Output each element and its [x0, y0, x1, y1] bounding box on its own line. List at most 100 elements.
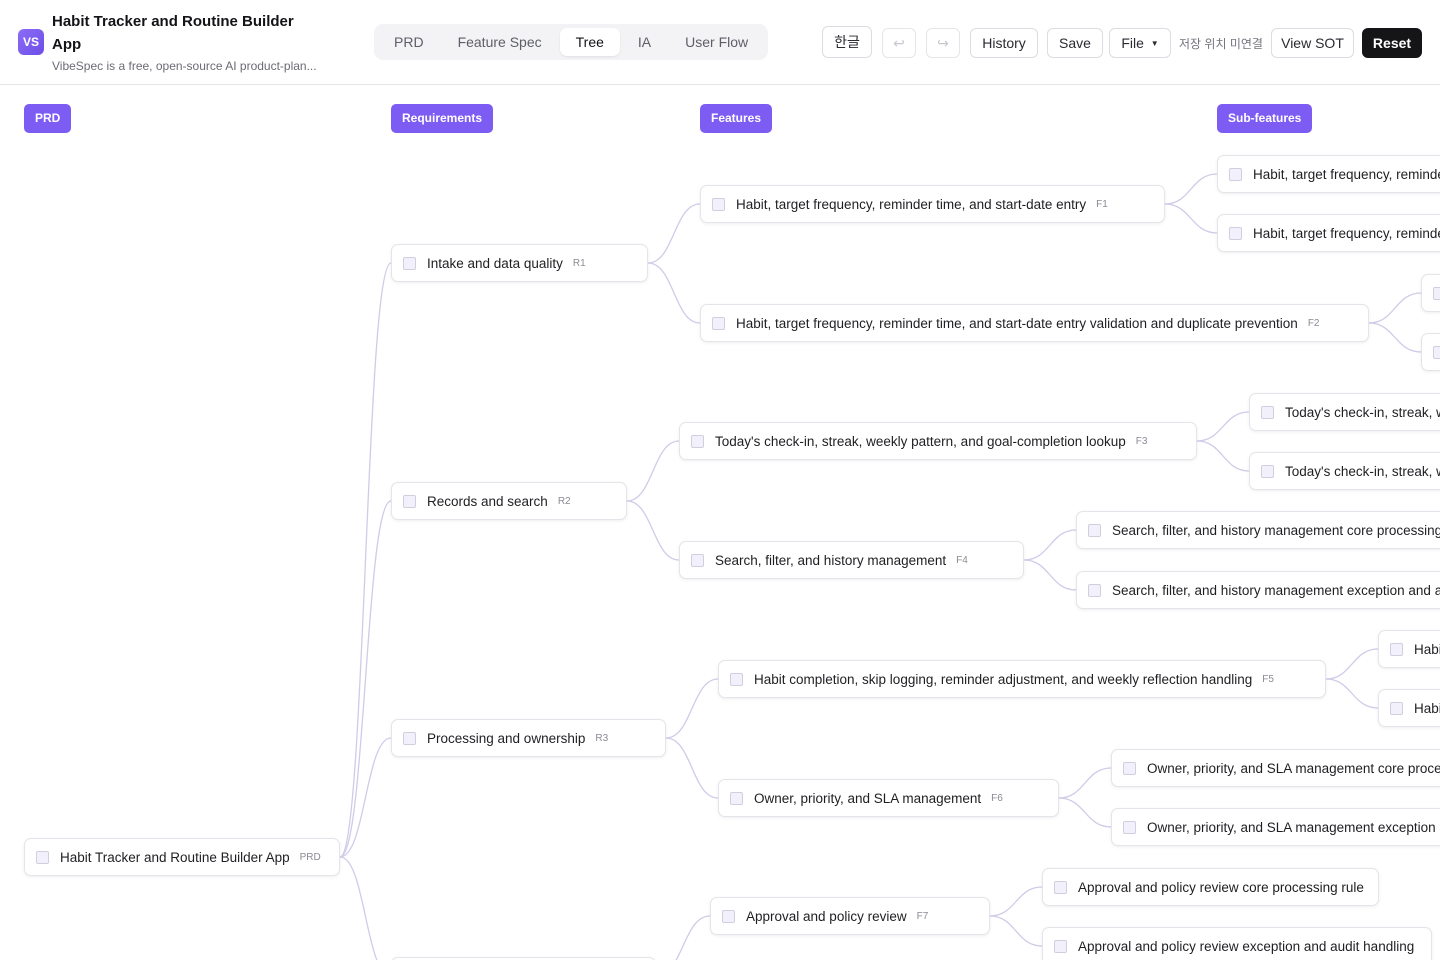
tree-connector: [339, 737, 392, 858]
node-label: Search, filter, and history management c…: [1112, 522, 1440, 538]
tree-connector: [1196, 411, 1250, 442]
tree-connector: [339, 262, 392, 858]
node-checkbox[interactable]: [1054, 880, 1067, 894]
tree-connector: [675, 915, 711, 960]
tab-feature-spec[interactable]: Feature Spec: [442, 28, 558, 56]
node-label: Habit, target frequency, reminder time, …: [736, 315, 1298, 331]
node-checkbox[interactable]: [1261, 405, 1274, 419]
node-checkbox[interactable]: [403, 731, 416, 745]
node-label: Intake and data quality: [427, 255, 563, 271]
history-button[interactable]: History: [970, 28, 1038, 58]
node-label: Habit Tracker and Routine Builder App: [60, 849, 290, 865]
node-checkbox[interactable]: [403, 256, 416, 270]
node-checkbox[interactable]: [1123, 761, 1136, 775]
tree-node-subfeature[interactable]: Today's check-in, streak, weekly pattern…: [1249, 393, 1440, 431]
tree-node-subfeature[interactable]: Approval and policy review exception and…: [1042, 927, 1432, 960]
node-checkbox[interactable]: [1088, 583, 1101, 597]
tree-connector: [1325, 648, 1379, 680]
tree-node-requirement[interactable]: Records and search R2: [391, 482, 627, 520]
node-label: Today's check-in, streak, weekly pattern…: [1285, 463, 1440, 479]
tree-node-subfeature[interactable]: Owner, priority, and SLA management exce…: [1111, 808, 1440, 846]
node-checkbox[interactable]: [1088, 523, 1101, 537]
node-checkbox[interactable]: [722, 909, 735, 923]
tree-node-subfeature[interactable]: [1421, 333, 1440, 371]
tree-connector: [1164, 203, 1218, 234]
language-toggle-button[interactable]: 한글: [822, 26, 872, 58]
tree-node-feature[interactable]: Today's check-in, streak, weekly pattern…: [679, 422, 1197, 460]
tab-tree[interactable]: Tree: [559, 28, 620, 56]
node-checkbox[interactable]: [1054, 939, 1067, 953]
node-checkbox[interactable]: [712, 316, 725, 330]
tab-user-flow[interactable]: User Flow: [669, 28, 764, 56]
tree-node-feature[interactable]: Habit, target frequency, reminder time, …: [700, 185, 1165, 223]
node-label: Records and search: [427, 493, 548, 509]
chevron-down-icon: ▼: [1150, 39, 1159, 48]
node-checkbox[interactable]: [1229, 167, 1242, 181]
node-checkbox[interactable]: [36, 850, 49, 864]
node-label: Habit completion, skip logging, reminder…: [1414, 700, 1440, 716]
node-checkbox[interactable]: [730, 791, 743, 805]
page-title: Habit Tracker and Routine Builder App: [52, 13, 294, 53]
tree-node-subfeature[interactable]: Approval and policy review core processi…: [1042, 868, 1379, 906]
node-label: Habit, target frequency, reminder time, …: [1253, 225, 1440, 241]
node-checkbox[interactable]: [403, 494, 416, 508]
tree-connector: [989, 886, 1043, 917]
tree-node-subfeature[interactable]: Search, filter, and history management c…: [1076, 511, 1440, 549]
view-sot-button[interactable]: View SOT: [1271, 28, 1354, 58]
node-checkbox[interactable]: [1390, 701, 1403, 715]
node-label: Approval and policy review exception and…: [1078, 938, 1415, 954]
node-label: Habit completion, skip logging, reminder…: [754, 671, 1253, 687]
tree-connector: [665, 678, 719, 739]
reset-button[interactable]: Reset: [1362, 28, 1422, 58]
undo-icon: ↩: [893, 35, 905, 51]
tab-prd[interactable]: PRD: [378, 28, 440, 56]
tree-node-subfeature[interactable]: Today's check-in, streak, weekly pattern…: [1249, 452, 1440, 490]
tree-node-feature[interactable]: Owner, priority, and SLA management F6: [718, 779, 1059, 817]
node-code-badge: R3: [595, 732, 609, 744]
tree-node-subfeature[interactable]: Habit completion, skip logging, reminder…: [1378, 689, 1440, 727]
tree-node-subfeature[interactable]: Habit, target frequency, reminder time, …: [1217, 214, 1440, 252]
node-checkbox[interactable]: [1123, 820, 1136, 834]
tree-connector: [1058, 767, 1112, 799]
node-checkbox[interactable]: [1390, 642, 1403, 656]
node-label: Search, filter, and history management: [715, 552, 947, 568]
view-tabs: PRD Feature Spec Tree IA User Flow: [374, 24, 769, 60]
app-header: VS Habit Tracker and Routine Builder App…: [0, 0, 1440, 85]
redo-button[interactable]: ↪: [926, 28, 960, 58]
node-code-badge: R1: [572, 257, 586, 269]
node-checkbox[interactable]: [691, 553, 704, 567]
node-checkbox[interactable]: [1229, 226, 1242, 240]
tree-node-feature[interactable]: Search, filter, and history management F4: [679, 541, 1024, 579]
tree-node-requirement[interactable]: Processing and ownership R3: [391, 719, 666, 757]
tree-connector: [647, 203, 701, 264]
tree-node-subfeature[interactable]: Habit completion, skip logging, reminder…: [1378, 630, 1440, 668]
undo-button[interactable]: ↩: [882, 28, 916, 58]
tree-connector: [1196, 440, 1250, 472]
file-menu-button[interactable]: File ▼: [1109, 28, 1171, 58]
node-checkbox[interactable]: [1433, 286, 1440, 300]
node-checkbox[interactable]: [1433, 345, 1440, 359]
tab-ia[interactable]: IA: [622, 28, 667, 56]
tree-connector: [1023, 559, 1077, 591]
tree-node-root[interactable]: Habit Tracker and Routine Builder App PRD: [24, 838, 340, 876]
tree-node-subfeature[interactable]: Owner, priority, and SLA management core…: [1111, 749, 1440, 787]
node-label: Processing and ownership: [427, 730, 586, 746]
node-checkbox[interactable]: [712, 197, 725, 211]
tree-canvas[interactable]: PRD Requirements Features Sub-features H…: [0, 86, 1440, 960]
node-label: Approval and policy review core processi…: [1078, 879, 1364, 895]
file-menu-label: File: [1121, 35, 1144, 51]
tree-node-subfeature[interactable]: Search, filter, and history management e…: [1076, 571, 1440, 609]
tree-node-subfeature[interactable]: [1421, 274, 1440, 312]
node-checkbox[interactable]: [691, 434, 704, 448]
node-label: Today's check-in, streak, weekly pattern…: [1285, 404, 1440, 420]
save-button[interactable]: Save: [1047, 28, 1103, 58]
page-subtitle: VibeSpec is a free, open-source AI produ…: [52, 59, 317, 73]
tree-node-subfeature[interactable]: Habit, target frequency, reminder time, …: [1217, 155, 1440, 193]
tree-node-requirement[interactable]: Intake and data quality R1: [391, 244, 648, 282]
node-checkbox[interactable]: [1261, 464, 1274, 478]
node-label: Habit, target frequency, reminder time, …: [1253, 166, 1440, 182]
tree-node-feature[interactable]: Habit, target frequency, reminder time, …: [700, 304, 1369, 342]
tree-node-feature[interactable]: Habit completion, skip logging, reminder…: [718, 660, 1326, 698]
node-checkbox[interactable]: [730, 672, 743, 686]
tree-node-feature[interactable]: Approval and policy review F7: [710, 897, 990, 935]
